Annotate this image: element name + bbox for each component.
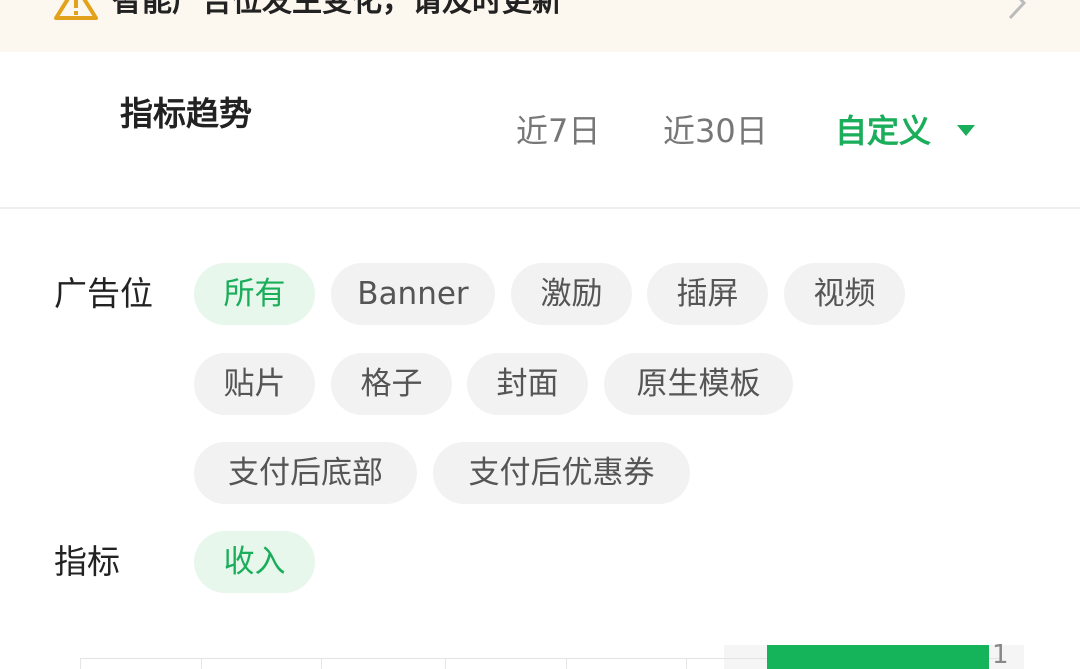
chevron-right-icon[interactable] <box>1004 0 1030 20</box>
range-custom-dropdown[interactable]: 自定义 <box>835 110 976 152</box>
chip-video[interactable]: 视频 <box>784 263 905 325</box>
grid-line <box>80 659 81 669</box>
chip-after-pay-bottom[interactable]: 支付后底部 <box>194 442 417 504</box>
page: 智能广告位发生变化，请及时更新 指标趋势 近7日 近30日 自定义 广告位 所有… <box>0 0 1080 669</box>
trend-header: 指标趋势 近7日 近30日 自定义 <box>0 52 1080 208</box>
grid-line <box>201 659 202 669</box>
ad-slot-label: 广告位 <box>54 274 153 313</box>
divider <box>0 207 1080 209</box>
chip-after-pay-coupon[interactable]: 支付后优惠券 <box>433 442 690 504</box>
metric-label: 指标 <box>54 542 120 581</box>
grid-line <box>321 659 322 669</box>
chip-rewarded[interactable]: 激励 <box>511 263 632 325</box>
chip-preroll[interactable]: 贴片 <box>194 353 315 415</box>
chip-cover[interactable]: 封面 <box>467 353 588 415</box>
range-custom-label: 自定义 <box>835 112 932 150</box>
grid-line <box>566 659 567 669</box>
notice-text: 智能广告位发生变化，请及时更新 <box>112 0 562 19</box>
grid-line <box>445 659 446 669</box>
chart-tooltip <box>767 645 989 669</box>
chip-native-template[interactable]: 原生模板 <box>604 353 793 415</box>
caret-down-icon <box>957 124 976 136</box>
grid-line <box>686 659 687 669</box>
chip-interstitial[interactable]: 插屏 <box>647 263 768 325</box>
range-30-days[interactable]: 近30日 <box>663 110 768 152</box>
chip-banner[interactable]: Banner <box>331 263 495 325</box>
range-7-days[interactable]: 近7日 <box>516 110 600 152</box>
warning-icon <box>54 0 98 20</box>
page-title: 指标趋势 <box>120 94 252 133</box>
notice-bar[interactable]: 智能广告位发生变化，请及时更新 <box>0 0 1080 52</box>
chip-all[interactable]: 所有 <box>194 263 315 325</box>
axis-tick: 1 <box>992 640 1009 669</box>
chip-grid[interactable]: 格子 <box>331 353 452 415</box>
chip-revenue[interactable]: 收入 <box>194 531 315 593</box>
